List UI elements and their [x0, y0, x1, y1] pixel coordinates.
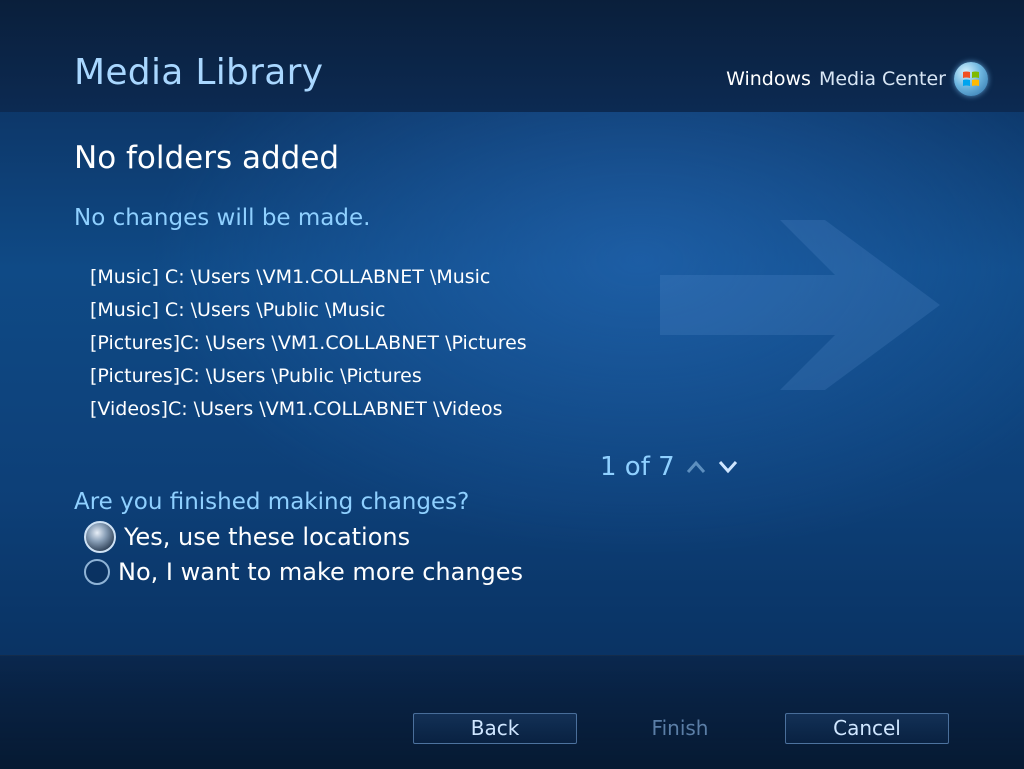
folder-item: [Videos]C: \Users \VM1.COLLABNET \Videos: [90, 398, 503, 420]
windows-logo-icon: [954, 62, 988, 96]
option-no[interactable]: No, I want to make more changes: [84, 558, 523, 586]
page-up-icon[interactable]: [685, 456, 707, 478]
back-button[interactable]: Back: [413, 713, 577, 744]
folder-item: [Music] C: \Users \VM1.COLLABNET \Music: [90, 266, 491, 288]
page-title: Media Library: [74, 52, 324, 93]
option-yes-label: Yes, use these locations: [124, 523, 411, 551]
folder-item: [Pictures]C: \Users \Public \Pictures: [90, 365, 422, 387]
pager-text: 1 of 7: [600, 452, 675, 482]
folder-item: [Pictures]C: \Users \VM1.COLLABNET \Pict…: [90, 332, 527, 354]
cancel-button[interactable]: Cancel: [785, 713, 949, 744]
radio-selected-icon[interactable]: [84, 521, 116, 553]
folder-item: [Music] C: \Users \Public \Music: [90, 299, 386, 321]
status-heading: No folders added: [74, 140, 340, 176]
background-arrow-icon: [660, 220, 940, 390]
page-down-icon[interactable]: [717, 456, 739, 478]
brand-windows-text: Windows: [726, 68, 811, 90]
option-no-label: No, I want to make more changes: [118, 558, 524, 586]
status-subheading: No changes will be made.: [74, 205, 371, 231]
footer-band: [0, 655, 1024, 769]
pager: 1 of 7: [600, 452, 739, 482]
brand-media-center-text: Media Center: [818, 68, 946, 90]
windows-media-center-brand: Windows Media Center: [726, 62, 988, 96]
radio-unselected-icon[interactable]: [84, 559, 110, 585]
folder-list: [Music] C: \Users \VM1.COLLABNET \Music …: [90, 264, 527, 429]
option-yes[interactable]: Yes, use these locations: [84, 521, 410, 553]
finish-button[interactable]: Finish: [598, 713, 762, 744]
confirm-question: Are you finished making changes?: [74, 489, 470, 515]
